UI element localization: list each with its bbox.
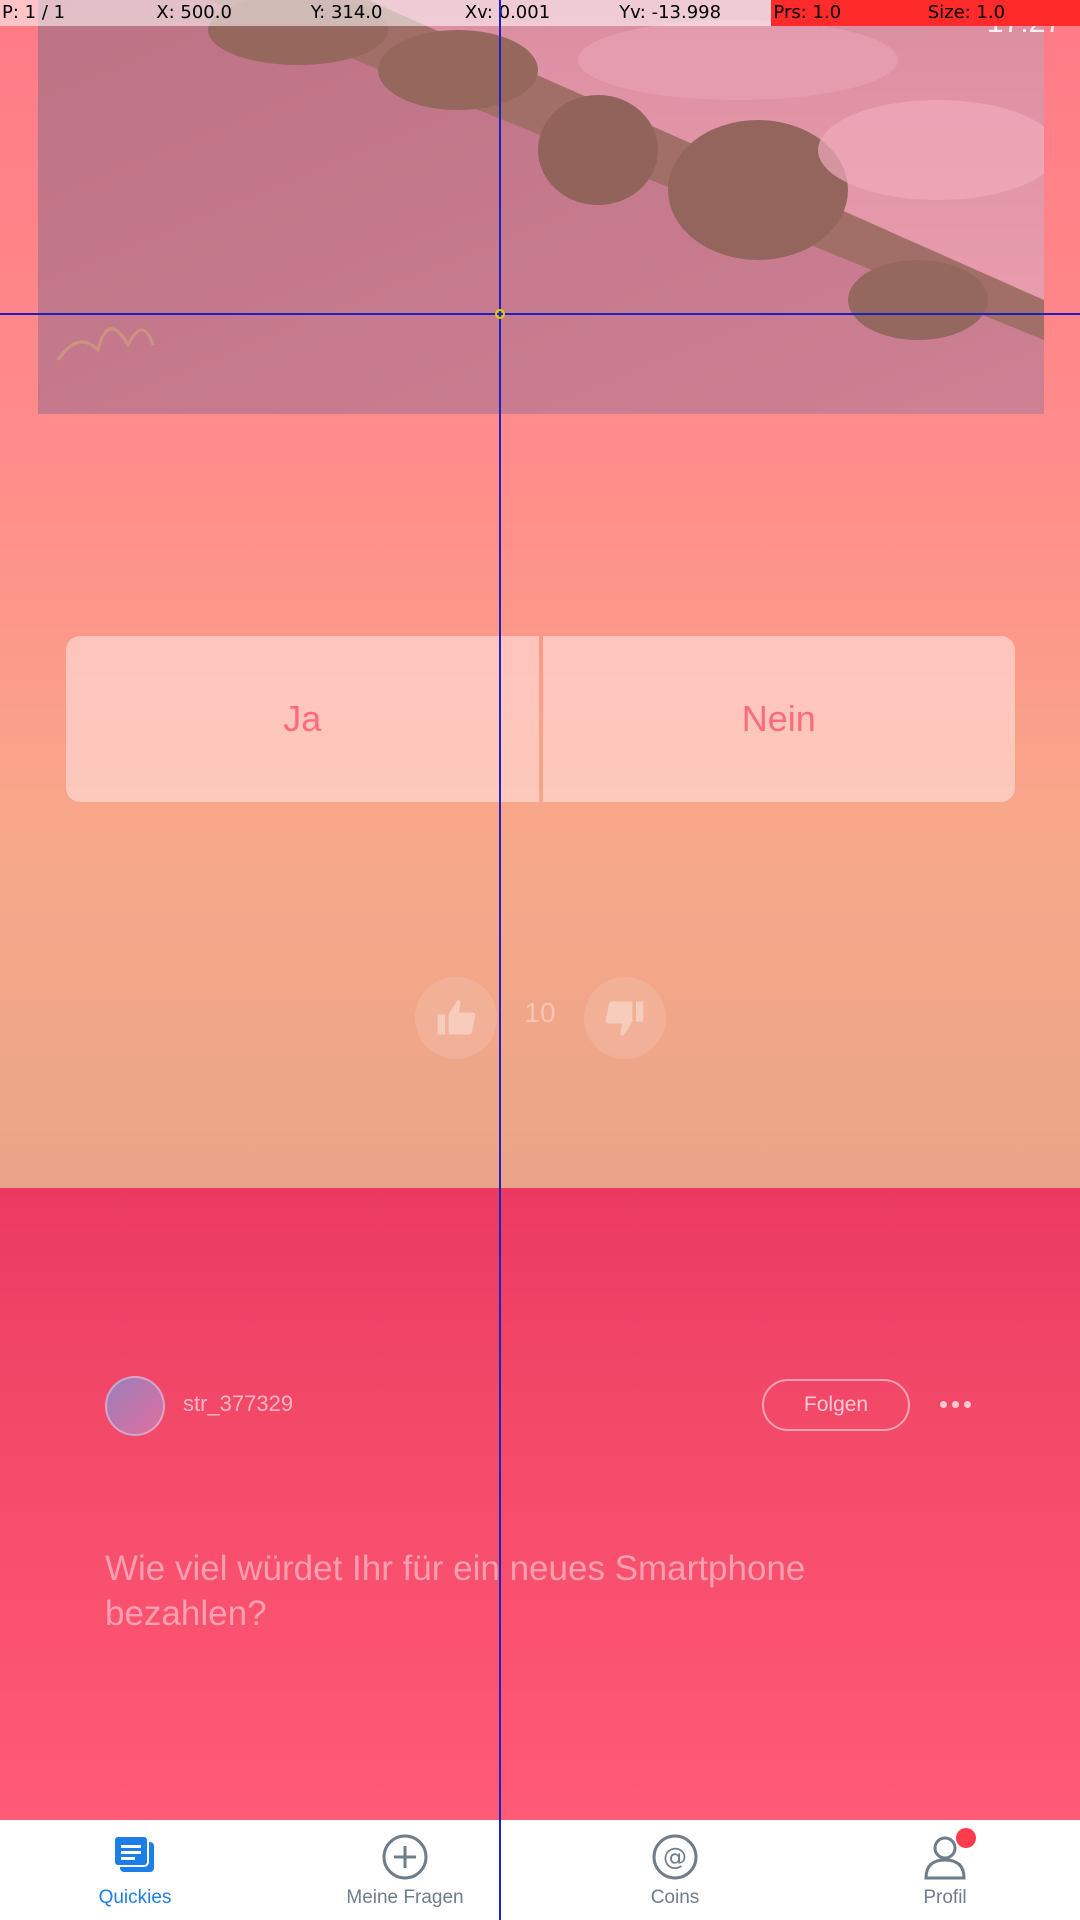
at-coin-icon: @	[650, 1832, 700, 1882]
plus-circle-icon	[380, 1832, 430, 1882]
svg-text:@: @	[663, 1843, 687, 1871]
like-button[interactable]	[415, 977, 497, 1059]
debug-pointer: P: 1 / 1	[0, 0, 155, 26]
debug-y: Y: 314.0	[308, 0, 463, 26]
notification-badge	[956, 1828, 976, 1848]
username[interactable]: str_377329	[183, 1391, 293, 1417]
app-screen: 17:27 Ja Nein 10 str_377329 Folgen	[0, 0, 1080, 1920]
question-photo	[38, 0, 1044, 414]
thumbs-down-icon	[605, 1001, 644, 1037]
answer-no-button[interactable]: Nein	[542, 636, 1015, 802]
debug-xv: Xv: 0.001	[462, 0, 618, 26]
pointer-touch-point	[495, 309, 505, 319]
nav-label-coins: Coins	[650, 1887, 700, 1908]
more-dot-icon	[951, 1400, 959, 1408]
nav-item-profil[interactable]: Profil	[810, 1820, 1080, 1920]
bottom-nav: Quickies Meine Fragen @ Coins Profil	[0, 1820, 1080, 1920]
nav-label-profil: Profil	[923, 1887, 967, 1908]
nav-label-meine-fragen: Meine Fragen	[346, 1887, 464, 1908]
dislike-button[interactable]	[584, 977, 666, 1059]
debug-yv: Yv: -13.998	[617, 0, 772, 26]
pointer-location-bar: P: 1 / 1 X: 500.0 Y: 314.0 Xv: 0.001 Yv:…	[0, 0, 1080, 26]
avatar[interactable]	[105, 1376, 165, 1436]
question-text: Wie viel würdet Ihr für ein neues Smartp…	[105, 1549, 806, 1633]
nav-item-quickies[interactable]: Quickies	[0, 1820, 270, 1920]
debug-x: X: 500.0	[154, 0, 309, 26]
more-dot-icon	[939, 1400, 947, 1408]
question-card: 17:27 Ja Nein 10	[0, 0, 1080, 1188]
more-dot-icon	[963, 1400, 971, 1408]
more-options-button[interactable]	[935, 1384, 975, 1424]
vote-count: 10	[524, 997, 556, 1028]
vote-row: 10	[0, 977, 1080, 1059]
thumbs-up-icon	[437, 999, 476, 1035]
pointer-crosshair-horizontal	[0, 313, 1080, 315]
profile-icon	[920, 1828, 976, 1882]
pointer-crosshair-vertical	[499, 0, 501, 1920]
nav-label-quickies: Quickies	[98, 1887, 172, 1908]
question-panel: str_377329 Folgen Wie viel würdet Ihr fü…	[0, 1188, 1080, 1820]
debug-size: Size: 1.0	[925, 0, 1080, 26]
nav-item-coins[interactable]: @ Coins	[540, 1820, 810, 1920]
answer-options: Ja Nein	[66, 636, 1015, 802]
debug-prs: Prs: 1.0	[771, 0, 926, 26]
follow-button[interactable]: Folgen	[762, 1379, 910, 1431]
photo-tint	[38, 0, 1044, 414]
answer-yes-button[interactable]: Ja	[66, 636, 539, 802]
quickies-icon	[110, 1832, 160, 1882]
